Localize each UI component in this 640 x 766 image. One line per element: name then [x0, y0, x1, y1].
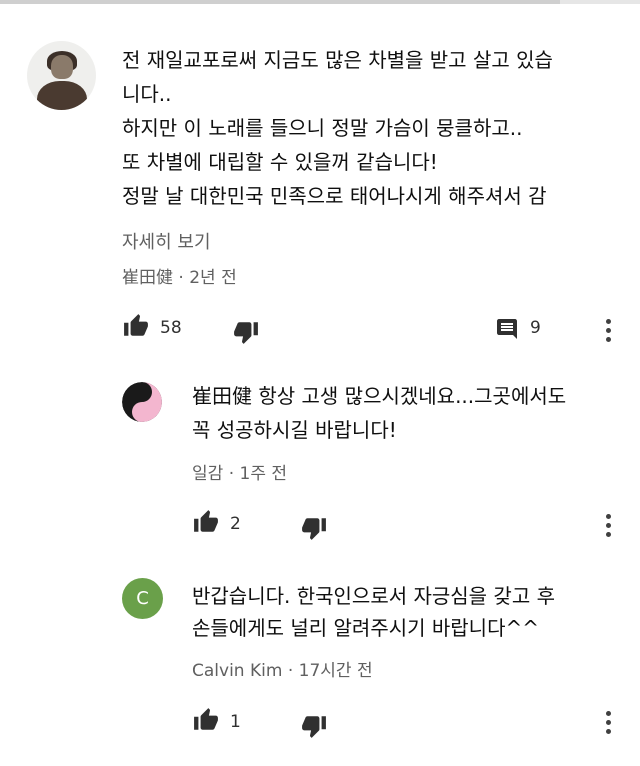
- reply-meta: Calvin Kim · 17시간 전: [192, 656, 373, 681]
- more-vert-icon[interactable]: [606, 319, 612, 346]
- reply-text-line: 崔田健 항상 고생 많으시겠네요...그곳에서도: [192, 384, 567, 408]
- more-vert-icon[interactable]: [606, 514, 612, 541]
- meta-separator: ·: [178, 268, 184, 288]
- reply-author[interactable]: Calvin Kim: [192, 661, 282, 681]
- reply-time: 1주 전: [239, 464, 288, 484]
- reply-time: 17시간 전: [298, 661, 373, 681]
- reply-count: 9: [530, 318, 541, 338]
- yin-yang-avatar[interactable]: [122, 382, 162, 422]
- comment-author[interactable]: 崔田健: [122, 268, 173, 288]
- like-count: 2: [230, 514, 241, 534]
- reply-author[interactable]: 일감: [192, 464, 223, 484]
- comment-icon[interactable]: [494, 317, 520, 341]
- more-vert-icon[interactable]: [606, 711, 612, 738]
- read-more-link[interactable]: 자세히 보기: [122, 228, 211, 254]
- comment-time: 2년 전: [189, 268, 237, 288]
- comment-meta: 崔田健 · 2년 전: [122, 263, 237, 288]
- thumbs-down-icon[interactable]: [300, 713, 328, 739]
- comment-text-line: 또 차별에 대립할 수 있을꺼 같습니다!: [122, 150, 438, 174]
- like-count: 1: [230, 712, 241, 732]
- comment-text-line: 전 재일교포로써 지금도 많은 차별을 받고 살고 있습: [122, 48, 553, 72]
- reply-text-line: 반갑습니다. 한국인으로서 자긍심을 갖고 후: [192, 584, 555, 608]
- reply-text-line: 손들에게도 널리 알려주시기 바랍니다^^: [192, 616, 539, 640]
- thumbs-up-icon[interactable]: [122, 313, 150, 339]
- thumbs-down-icon[interactable]: [300, 515, 328, 541]
- comment-text-line: 하지만 이 노래를 들으니 정말 가슴이 뭉클하고..: [122, 116, 523, 140]
- comment-text-line: 정말 날 대한민국 민족으로 태어나시게 해주셔서 감: [122, 184, 547, 208]
- thumbs-down-icon[interactable]: [232, 319, 260, 345]
- meta-separator: ·: [228, 464, 235, 484]
- thumbs-up-icon[interactable]: [192, 509, 220, 535]
- scroll-progress-fill: [0, 0, 560, 4]
- thumbs-up-icon[interactable]: [192, 707, 220, 733]
- letter-avatar[interactable]: C: [122, 578, 163, 619]
- commenter-avatar[interactable]: [27, 41, 96, 110]
- reply-text-line: 꼭 성공하시길 바랍니다!: [192, 418, 397, 442]
- meta-separator: ·: [287, 661, 294, 681]
- like-count: 58: [160, 318, 182, 338]
- scroll-progress-bar: [0, 0, 640, 4]
- reply-meta: 일감 · 1주 전: [192, 459, 287, 484]
- comment-text-line: 니다..: [122, 82, 172, 106]
